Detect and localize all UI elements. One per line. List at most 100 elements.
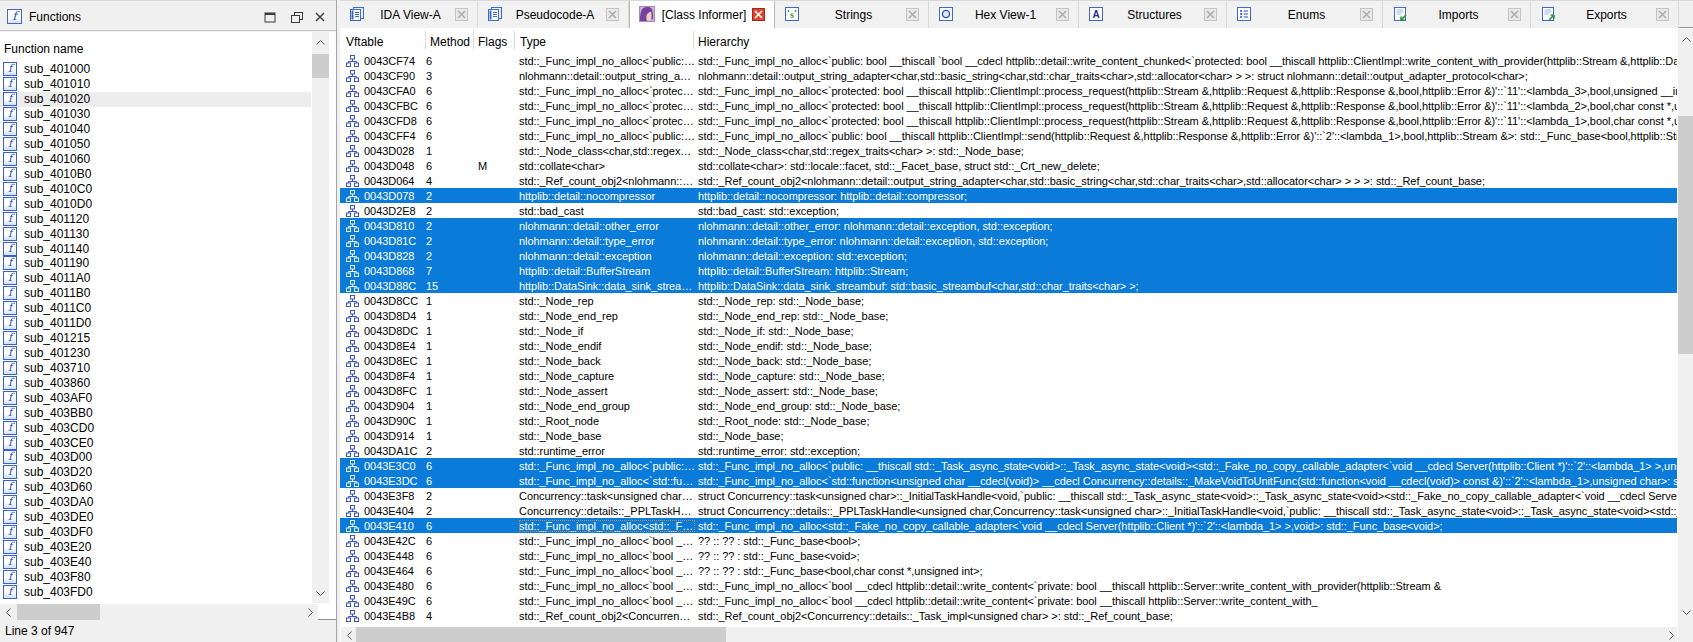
table-row[interactable]: 0043CFD86std::_Func_impl_no_alloc<`prote… (340, 113, 1677, 128)
function-list-item[interactable]: fsub_401060 (0, 152, 311, 167)
column-header-type[interactable]: Type (520, 35, 546, 49)
scroll-thumb[interactable] (1678, 116, 1693, 354)
scroll-up-icon[interactable] (312, 34, 328, 50)
function-list-item[interactable]: fsub_403CE0 (0, 435, 311, 450)
function-list-item[interactable]: fsub_403CD0 (0, 420, 311, 435)
scroll-thumb[interactable] (17, 604, 100, 620)
restore-icon[interactable] (290, 10, 304, 24)
column-header-flags[interactable]: Flags (478, 35, 507, 49)
function-list-item[interactable]: fsub_401050 (0, 137, 311, 152)
table-row[interactable]: 0043D9041std::_Node_end_groupstd::_Node_… (340, 398, 1677, 413)
tab-exports[interactable]: Exports (1531, 1, 1679, 28)
function-list-item[interactable]: fsub_403F80 (0, 569, 311, 584)
table-row[interactable]: 0043D8FC1std::_Node_assertstd::_Node_ass… (340, 383, 1677, 398)
function-list-item[interactable]: fsub_403860 (0, 375, 311, 390)
table-row[interactable]: 0043E3F82Concurrency::task<unsigned char… (340, 488, 1677, 503)
scroll-left-icon[interactable] (0, 604, 16, 620)
tab-close-icon[interactable] (1056, 8, 1069, 21)
function-list-item[interactable]: fsub_401130 (0, 226, 311, 241)
function-list-item[interactable]: fsub_401215 (0, 331, 311, 346)
tab-close-icon[interactable] (752, 8, 765, 21)
tab-hex-view-1[interactable]: Hex View-1 (929, 1, 1079, 28)
table-row[interactable]: 0043D8687httplib::detail::BufferStreamht… (340, 263, 1677, 278)
tab-close-icon[interactable] (906, 8, 919, 21)
scroll-down-icon[interactable] (312, 585, 328, 601)
function-list-item[interactable]: fsub_4011B0 (0, 286, 311, 301)
functions-vertical-scrollbar[interactable] (312, 32, 329, 603)
scroll-thumb[interactable] (312, 54, 329, 78)
functions-horizontal-scrollbar[interactable] (0, 604, 318, 620)
table-row[interactable]: 0043D0644std::_Ref_count_obj2<nlohmann::… (340, 173, 1677, 188)
function-list-item[interactable]: fsub_403FD0 (0, 584, 311, 599)
function-list-item[interactable]: fsub_403E40 (0, 554, 311, 569)
function-list-item[interactable]: fsub_403D20 (0, 465, 311, 480)
tab-close-icon[interactable] (455, 8, 468, 21)
tab-close-icon[interactable] (1656, 8, 1669, 21)
scroll-right-icon[interactable] (1663, 627, 1679, 642)
tab-close-icon[interactable] (1508, 8, 1521, 21)
function-list-item[interactable]: fsub_403DF0 (0, 525, 311, 540)
table-row[interactable]: 0043CF903nlohmann::detail::output_string… (340, 68, 1677, 83)
function-list-item[interactable]: fsub_403AF0 (0, 390, 311, 405)
function-list-item[interactable]: fsub_401040 (0, 122, 311, 137)
tab-close-icon[interactable] (1204, 8, 1217, 21)
scroll-up-icon[interactable] (1678, 31, 1693, 47)
function-list-item[interactable]: fsub_403BB0 (0, 405, 311, 420)
tab-imports[interactable]: Imports (1383, 1, 1531, 28)
tab-pseudocode-a[interactable]: Pseudocode-A (478, 1, 629, 28)
table-row[interactable]: 0043E49C6std::_Func_impl_no_alloc<`bool … (340, 593, 1677, 608)
tab-structures[interactable]: AStructures (1079, 1, 1227, 28)
table-row[interactable]: 0043E3C06std::_Func_impl_no_alloc<`publi… (340, 458, 1677, 473)
table-row[interactable]: 0043D8D41std::_Node_end_repstd::_Node_en… (340, 308, 1677, 323)
table-row[interactable]: 0043CFA06std::_Func_impl_no_alloc<`prote… (340, 83, 1677, 98)
column-header-hierarchy[interactable]: Hierarchy (698, 35, 749, 49)
function-list-item[interactable]: fsub_4011A0 (0, 271, 311, 286)
functions-panel-titlebar[interactable]: f Functions (0, 0, 336, 31)
table-row[interactable]: 0043E4B84std::_Ref_count_obj2<Concurrenc… (340, 608, 1677, 623)
function-list-item[interactable]: fsub_4010D0 (0, 196, 311, 211)
table-row[interactable]: 0043D9141std::_Node_basestd::_Node_base; (340, 428, 1677, 443)
column-header-method[interactable]: Method (430, 35, 470, 49)
table-row[interactable]: 0043D8102nlohmann::detail::other_errornl… (340, 218, 1677, 233)
tab-strings[interactable]: sStrings (775, 1, 929, 28)
function-list-item[interactable]: fsub_401010 (0, 77, 311, 92)
function-list-item[interactable]: fsub_401000 (0, 62, 311, 77)
table-row[interactable]: 0043D8CC1std::_Node_repstd::_Node_rep: s… (340, 293, 1677, 308)
function-list-item[interactable]: fsub_401030 (0, 107, 311, 122)
function-list-item[interactable]: fsub_4010B0 (0, 166, 311, 181)
table-row[interactable]: 0043E4106std::_Func_impl_no_alloc<std::_… (340, 518, 1677, 533)
scroll-right-icon[interactable] (302, 604, 318, 620)
function-list-item[interactable]: fsub_403710 (0, 360, 311, 375)
table-horizontal-scrollbar[interactable] (341, 627, 1677, 642)
function-name-column-header[interactable]: Function name (4, 42, 83, 56)
scroll-thumb[interactable] (356, 627, 726, 642)
table-row[interactable]: 0043D8F41std::_Node_capturestd::_Node_ca… (340, 368, 1677, 383)
function-list-item[interactable]: fsub_403DA0 (0, 495, 311, 510)
function-list-item[interactable]: fsub_401230 (0, 346, 311, 361)
table-row[interactable]: 0043D8EC1std::_Node_backstd::_Node_back:… (340, 353, 1677, 368)
table-row[interactable]: 0043D0782httplib::detail::nocompressorht… (340, 188, 1677, 203)
function-list-item[interactable]: fsub_4010C0 (0, 181, 311, 196)
tab-enums[interactable]: Enums (1227, 1, 1383, 28)
maximize-icon[interactable] (263, 10, 277, 24)
function-list-item[interactable]: fsub_401020 (0, 92, 311, 107)
function-list-item[interactable]: fsub_4011D0 (0, 316, 311, 331)
table-row[interactable]: 0043D0281std::_Node_class<char,std::rege… (340, 143, 1677, 158)
table-row[interactable]: 0043D90C1std::_Root_nodestd::_Root_node:… (340, 413, 1677, 428)
table-row[interactable]: 0043D2E82std::bad_caststd::bad_cast: std… (340, 203, 1677, 218)
table-row[interactable]: 0043D8282nlohmann::detail::exceptionnloh… (340, 248, 1677, 263)
function-list-item[interactable]: fsub_403E20 (0, 540, 311, 555)
function-list-item[interactable]: fsub_401120 (0, 211, 311, 226)
tab-close-icon[interactable] (1360, 8, 1373, 21)
function-list-item[interactable]: fsub_403D60 (0, 480, 311, 495)
table-row[interactable]: 0043E4646std::_Func_impl_no_alloc<`bool … (340, 563, 1677, 578)
table-row[interactable]: 0043E42C6std::_Func_impl_no_alloc<`bool … (340, 533, 1677, 548)
close-icon[interactable] (313, 10, 327, 24)
table-row[interactable]: 0043E4486std::_Func_impl_no_alloc<`bool … (340, 548, 1677, 563)
table-row[interactable]: 0043E4042Concurrency::details::_PPLTaskH… (340, 503, 1677, 518)
tab-close-icon[interactable] (606, 8, 619, 21)
table-row[interactable]: 0043D88C15httplib::DataSink::data_sink_s… (340, 278, 1677, 293)
function-list-item[interactable]: fsub_403D00 (0, 450, 311, 465)
table-row[interactable]: 0043CFBC6std::_Func_impl_no_alloc<`prote… (340, 98, 1677, 113)
function-list-item[interactable]: fsub_401190 (0, 256, 311, 271)
